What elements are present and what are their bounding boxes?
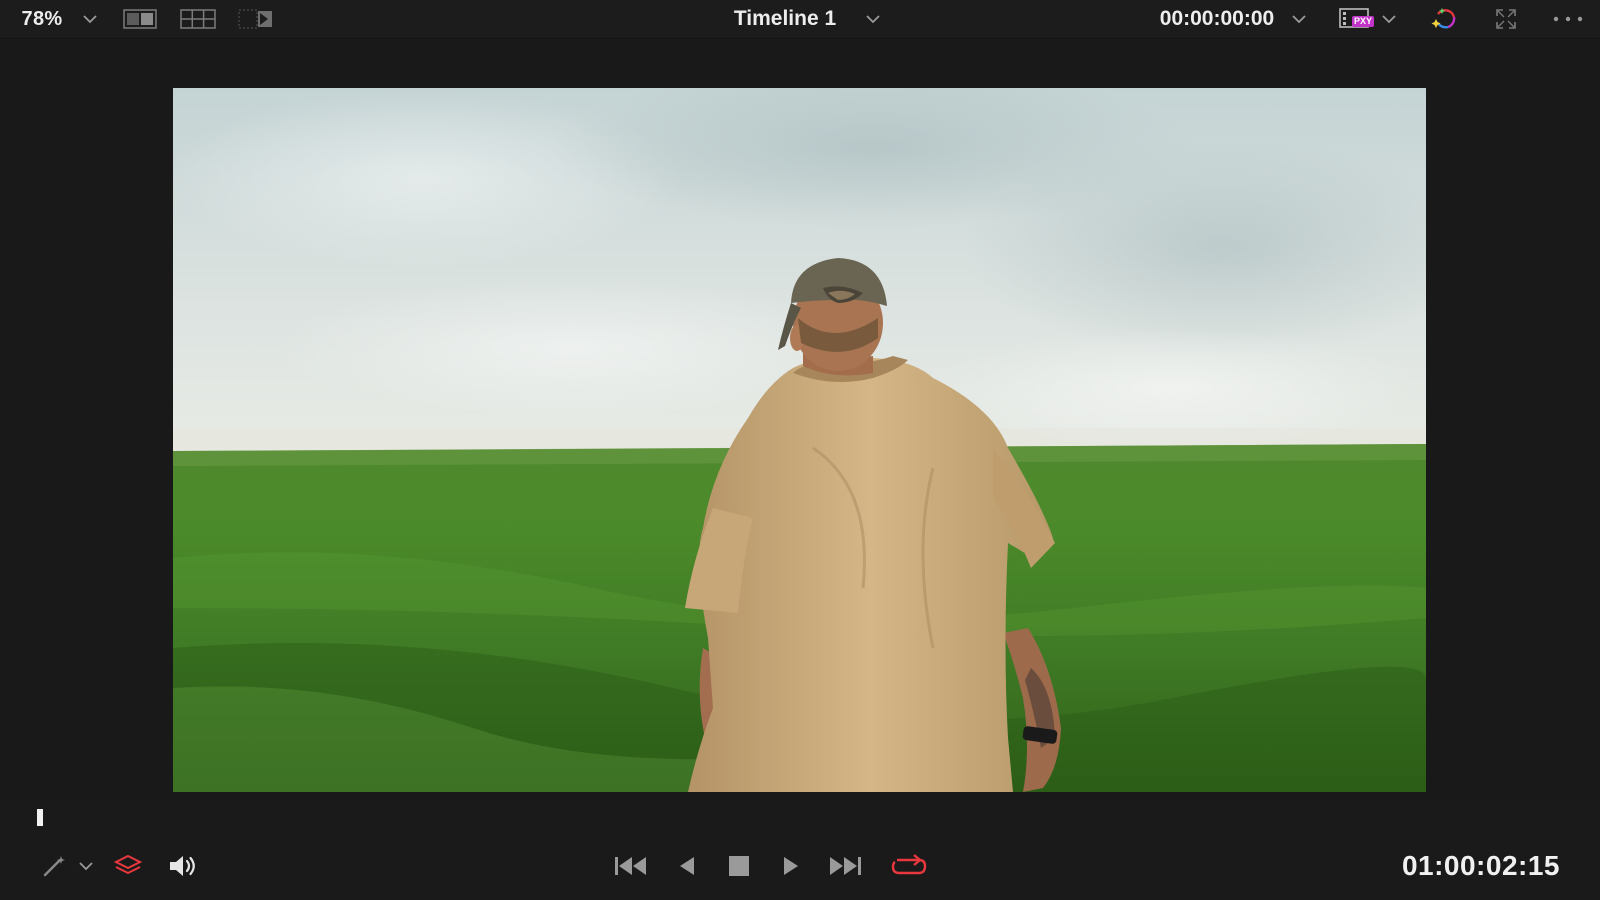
viewer-header: 78% Timeline 1 00:00:00:00 PXY: [0, 0, 1600, 39]
tool-picker-dropdown[interactable]: [74, 848, 98, 884]
options-menu-button[interactable]: [1548, 0, 1588, 38]
proxy-icon: PXY: [1338, 6, 1374, 32]
single-viewer-button[interactable]: [120, 0, 160, 38]
wand-tool-icon: [41, 853, 67, 879]
layers-icon: [113, 853, 143, 879]
go-to-end-button[interactable]: [824, 848, 866, 884]
source-timecode[interactable]: 00:00:00:00: [1152, 0, 1282, 38]
chevron-down-icon: [1291, 14, 1307, 24]
multicam-viewer-button[interactable]: [178, 0, 218, 38]
timeline-title: Timeline 1: [733, 7, 837, 30]
skip-to-end-icon: [827, 854, 863, 878]
play-icon: [780, 854, 802, 878]
layers-button[interactable]: [110, 848, 146, 884]
viewer-window: 78% Timeline 1 00:00:00:00 PXY 01:00:02:…: [0, 0, 1600, 900]
split-viewer-icon: [123, 9, 157, 29]
play-button[interactable]: [774, 848, 808, 884]
zoom-level[interactable]: 78%: [16, 0, 68, 38]
grid-icon: [180, 9, 216, 29]
color-sparkle-button[interactable]: [1426, 0, 1462, 38]
timecode-dropdown[interactable]: [1286, 0, 1312, 38]
expand-icon: [1495, 8, 1517, 30]
zoom-dropdown[interactable]: [76, 0, 104, 38]
video-frame-image: [173, 88, 1426, 792]
stop-button[interactable]: [722, 848, 756, 884]
proxy-mode-button[interactable]: PXY: [1336, 0, 1374, 38]
fullscreen-button[interactable]: [1488, 0, 1524, 38]
loop-icon: [889, 852, 929, 880]
audio-button[interactable]: [164, 848, 202, 884]
go-to-start-button[interactable]: [610, 848, 652, 884]
zoom-level-label: 78%: [21, 7, 63, 30]
chevron-down-icon: [1381, 14, 1397, 24]
proxy-dropdown[interactable]: [1376, 0, 1402, 38]
video-frame[interactable]: [173, 88, 1426, 792]
speaker-icon: [167, 853, 199, 879]
chevron-down-icon: [865, 14, 881, 24]
timeline-dropdown[interactable]: [858, 0, 888, 38]
source-timecode-label: 00:00:00:00: [1159, 7, 1275, 30]
wipe-viewer-button[interactable]: [236, 0, 276, 38]
skip-to-start-icon: [613, 854, 649, 878]
transport-bar: 01:00:02:15: [0, 834, 1600, 900]
loop-button[interactable]: [888, 848, 930, 884]
timeline-selector[interactable]: Timeline 1: [720, 0, 850, 38]
scrubber-bar[interactable]: [0, 800, 1600, 834]
color-wheel-sparkle-icon: [1428, 5, 1460, 33]
tool-picker-button[interactable]: [38, 848, 70, 884]
video-viewer[interactable]: [0, 39, 1600, 799]
record-timecode[interactable]: 01:00:02:15: [1402, 848, 1560, 884]
stop-icon: [728, 855, 750, 877]
chevron-down-icon: [82, 14, 98, 24]
proxy-badge: PXY: [1351, 16, 1374, 27]
play-reverse-button[interactable]: [670, 848, 704, 884]
chevron-down-icon: [78, 861, 94, 871]
more-options-icon: [1552, 15, 1584, 23]
play-reverse-icon: [676, 854, 698, 878]
playhead-handle[interactable]: [37, 809, 43, 826]
wipe-icon: [238, 9, 274, 29]
